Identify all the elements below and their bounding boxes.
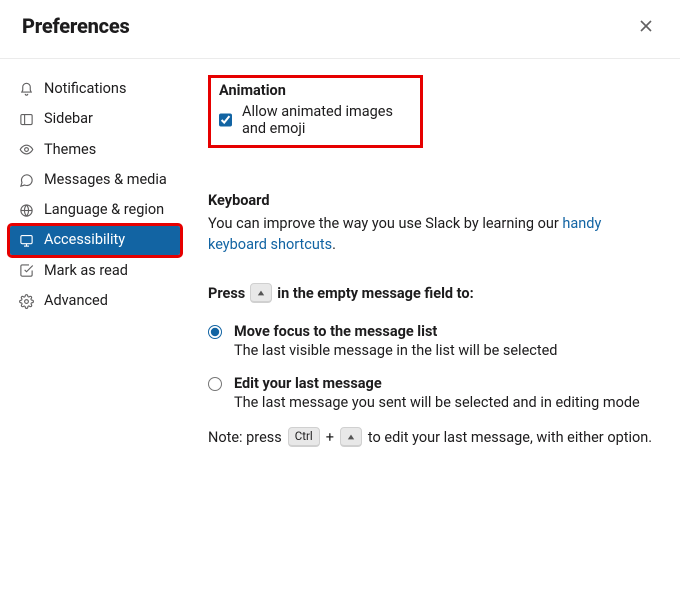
accessibility-icon [18,233,34,249]
option-edit-last-radio[interactable] [208,377,222,391]
keyboard-heading: Keyboard [208,192,660,209]
sidebar-item-label: Advanced [44,291,108,311]
sidebar-item-label: Language & region [44,200,164,220]
panel-icon [18,111,34,127]
sidebar-item-notifications[interactable]: Notifications [10,75,180,103]
sidebar-item-label: Messages & media [44,170,167,190]
globe-icon [18,202,34,218]
keyboard-section: Keyboard You can improve the way you use… [208,192,660,447]
sidebar-item-messages-media[interactable]: Messages & media [10,166,180,194]
allow-animation-checkbox-row[interactable]: Allow animated images and emoji [219,103,412,137]
option-move-focus-radio[interactable] [208,325,222,339]
plus-sign: + [326,429,334,446]
animation-heading: Animation [219,82,412,99]
preferences-sidebar: Notifications Sidebar Themes Messages & … [0,75,190,447]
press-post: in the empty message field to: [277,285,473,302]
eye-icon [18,142,34,158]
sidebar-item-label: Notifications [44,79,126,99]
allow-animation-checkbox[interactable] [219,113,232,127]
option-edit-last-title: Edit your last message [234,375,640,392]
option-edit-last-sub: The last message you sent will be select… [234,394,640,411]
bell-icon [18,81,34,97]
option-move-focus[interactable]: Move focus to the message list The last … [208,323,660,359]
sidebar-item-label: Accessibility [44,230,125,250]
keyboard-desc-post: . [332,236,336,253]
keyboard-desc-pre: You can improve the way you use Slack by… [208,215,562,232]
page-title: Preferences [22,14,130,38]
sidebar-item-label: Sidebar [44,109,93,129]
press-pre: Press [208,285,245,302]
up-arrow-key-icon [250,283,272,303]
sidebar-item-advanced[interactable]: Advanced [10,287,180,315]
note-line: Note: press Ctrl + to edit your last mes… [208,427,660,447]
ctrl-key-icon: Ctrl [288,427,320,447]
option-move-focus-sub: The last visible message in the list wil… [234,342,557,359]
preferences-header: Preferences [0,0,680,59]
animation-section: Animation Allow animated images and emoj… [208,75,423,148]
sidebar-item-label: Themes [44,140,96,160]
sidebar-item-mark-as-read[interactable]: Mark as read [10,257,180,285]
up-arrow-key-icon [340,427,362,447]
close-icon [638,18,654,34]
keyboard-description: You can improve the way you use Slack by… [208,213,660,255]
chat-icon [18,172,34,188]
preferences-content: Animation Allow animated images and emoj… [190,75,680,447]
sidebar-item-language-region[interactable]: Language & region [10,196,180,224]
option-move-focus-title: Move focus to the message list [234,323,557,340]
press-instruction: Press in the empty message field to: [208,283,660,303]
sidebar-item-accessibility[interactable]: Accessibility [10,226,180,254]
note-pre: Note: press [208,429,282,446]
gear-icon [18,293,34,309]
option-edit-last[interactable]: Edit your last message The last message … [208,375,660,411]
note-post: to edit your last message, with either o… [368,429,652,446]
sidebar-item-label: Mark as read [44,261,128,281]
sidebar-item-themes[interactable]: Themes [10,136,180,164]
up-arrow-options: Move focus to the message list The last … [208,323,660,411]
sidebar-item-sidebar[interactable]: Sidebar [10,105,180,133]
allow-animation-label: Allow animated images and emoji [242,103,412,137]
close-button[interactable] [634,14,658,38]
check-icon [18,263,34,279]
